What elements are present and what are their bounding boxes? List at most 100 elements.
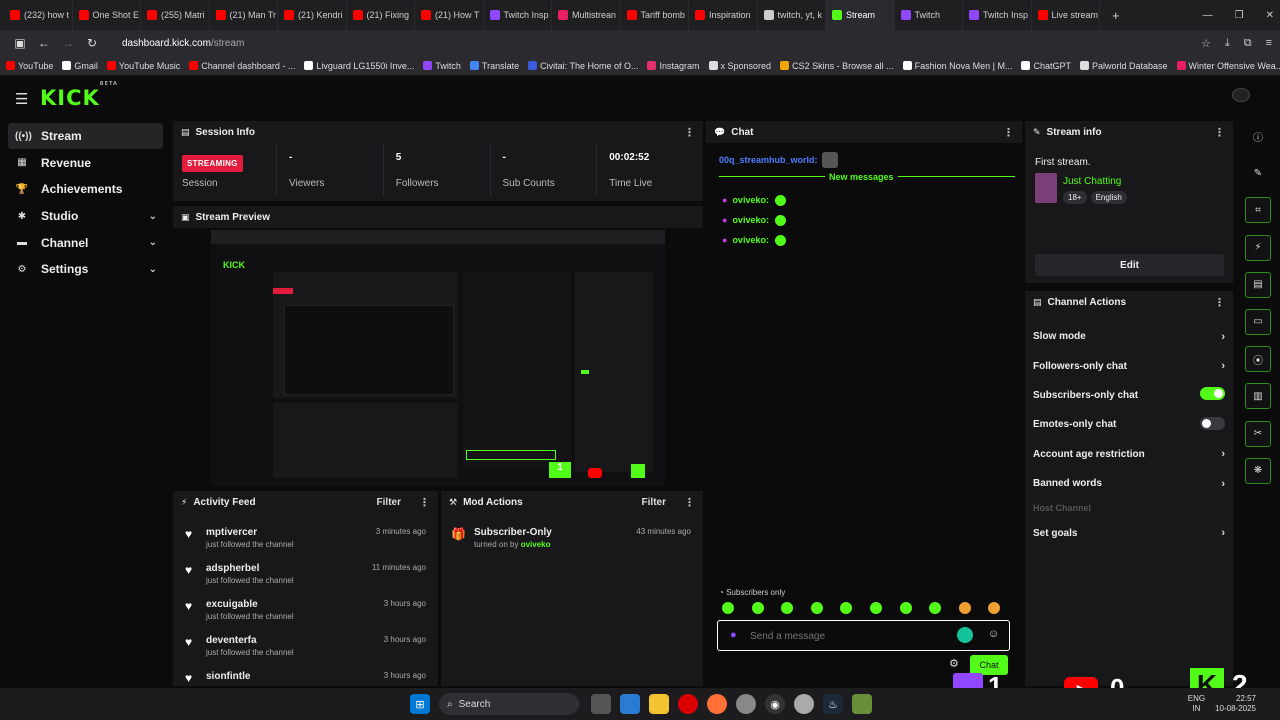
browser-tab[interactable]: Inspiration bbox=[689, 0, 758, 30]
edit-stream-info-button[interactable]: Edit bbox=[1035, 254, 1224, 276]
activity-filter-button[interactable]: Filter bbox=[377, 497, 401, 508]
opera-icon[interactable] bbox=[678, 694, 698, 714]
chat-username[interactable]: oviveko: bbox=[732, 215, 769, 225]
pencil-icon[interactable]: ✎ bbox=[1245, 160, 1271, 186]
channel-action-slow-mode[interactable]: Slow mode › bbox=[1025, 322, 1233, 351]
emote-icon[interactable] bbox=[958, 602, 971, 614]
pinned-chatter[interactable]: 00q_streamhub_world: bbox=[719, 152, 838, 168]
layout-icon[interactable]: ▥ bbox=[1245, 383, 1271, 410]
kick-logo[interactable]: KICKBETA bbox=[40, 81, 118, 110]
more-icon[interactable]: ⋮ bbox=[1214, 126, 1225, 139]
clock[interactable]: 22:57 10-08-2025 bbox=[1215, 694, 1256, 714]
url-text[interactable]: dashboard.kick.com/stream bbox=[122, 38, 244, 49]
emote-icon[interactable] bbox=[781, 602, 794, 614]
windows-start-icon[interactable]: ⊞ bbox=[410, 694, 430, 714]
more-icon[interactable]: ⋮ bbox=[684, 496, 695, 509]
browser-tab[interactable]: Stream bbox=[826, 0, 895, 30]
bookmark-item[interactable]: YouTube Music bbox=[106, 61, 180, 71]
user-avatar[interactable] bbox=[1232, 88, 1250, 102]
wrench-icon[interactable]: ✂ bbox=[1245, 420, 1271, 447]
info-icon[interactable]: ⓘ bbox=[1245, 123, 1271, 149]
sidebar-toggle-icon[interactable]: ▣ bbox=[8, 36, 32, 50]
menu-icon[interactable]: ≡ bbox=[1266, 37, 1272, 50]
extensions-icon[interactable]: ⧉ bbox=[1244, 37, 1252, 50]
close-window-icon[interactable]: ✕ bbox=[1266, 10, 1274, 21]
more-icon[interactable]: ⋮ bbox=[419, 496, 430, 509]
emote-icon[interactable] bbox=[869, 602, 882, 614]
sidebar-item-settings[interactable]: ⚙ Settings ⌄ bbox=[8, 256, 163, 282]
bookmark-item[interactable]: Twitch bbox=[423, 61, 461, 71]
browser-tab[interactable]: (255) Matri bbox=[141, 0, 210, 30]
back-icon[interactable]: ← bbox=[32, 36, 56, 50]
mod-filter-button[interactable]: Filter bbox=[642, 497, 666, 508]
channel-action-banned-words[interactable]: Banned words › bbox=[1025, 469, 1233, 498]
browser-tab[interactable]: Twitch bbox=[895, 0, 963, 30]
toggle-switch[interactable] bbox=[1200, 416, 1225, 430]
bookmark-item[interactable]: Civitai: The Home of O... bbox=[528, 61, 638, 71]
sidebar-item-channel[interactable]: ▬ Channel ⌄ bbox=[8, 230, 163, 256]
reload-icon[interactable]: ↻ bbox=[80, 36, 104, 50]
browser-tab[interactable]: (21) Fixing bbox=[347, 0, 415, 30]
scan-icon[interactable]: ⌗ bbox=[1245, 197, 1271, 224]
photos-icon[interactable] bbox=[620, 694, 640, 714]
lightning-icon[interactable]: ⚡ bbox=[1245, 234, 1271, 261]
browser-tab[interactable]: (21) Kendri bbox=[278, 0, 347, 30]
browser-tab[interactable]: twitch, yt, k bbox=[758, 0, 826, 30]
task-view-icon[interactable] bbox=[591, 694, 611, 714]
chrome-icon[interactable] bbox=[794, 694, 814, 714]
bookmark-item[interactable]: x Sponsored bbox=[708, 61, 771, 71]
bookmark-item[interactable]: Fashion Nova Men | M... bbox=[902, 61, 1012, 71]
stream-tag[interactable]: 18+ bbox=[1063, 191, 1087, 204]
taskbar-search[interactable]: ⌕ Search bbox=[439, 693, 579, 715]
bookmark-item[interactable]: Instagram bbox=[647, 61, 700, 71]
obs-icon[interactable]: ◉ bbox=[765, 694, 785, 714]
emote-icon[interactable] bbox=[929, 602, 942, 614]
more-icon[interactable]: ⋮ bbox=[1003, 126, 1014, 139]
forward-icon[interactable]: → bbox=[56, 36, 80, 50]
sidebar-item-stream[interactable]: ((•)) Stream bbox=[8, 123, 163, 149]
chat-message-input[interactable] bbox=[750, 628, 950, 644]
broadcast-icon[interactable]: ⦿ bbox=[1245, 346, 1271, 373]
emote-icon[interactable] bbox=[988, 602, 1001, 614]
bookmark-item[interactable]: ChatGPT bbox=[1021, 61, 1071, 71]
browser-tab[interactable]: Twitch Insp bbox=[484, 0, 552, 30]
emote-icon[interactable] bbox=[751, 602, 764, 614]
bookmark-item[interactable]: CS2 Skins - Browse all ... bbox=[780, 61, 894, 71]
language-indicator[interactable]: ENG IN bbox=[1188, 694, 1205, 714]
more-icon[interactable]: ⋮ bbox=[1214, 296, 1225, 309]
browser-tab[interactable]: (21) How T bbox=[415, 0, 484, 30]
browser-tab[interactable]: One Shot E bbox=[73, 0, 141, 30]
channel-action-followers-only-chat[interactable]: Followers-only chat › bbox=[1025, 351, 1233, 380]
bookmark-item[interactable]: Channel dashboard - ... bbox=[189, 61, 295, 71]
bookmark-item[interactable]: Winter Offensive Wea... bbox=[1176, 61, 1280, 71]
bookmark-item[interactable]: Palworld Database bbox=[1079, 61, 1168, 71]
emote-icon[interactable] bbox=[840, 602, 853, 614]
toggle-switch[interactable] bbox=[1200, 387, 1225, 401]
emote-icon[interactable] bbox=[810, 602, 823, 614]
bookmark-item[interactable]: Translate bbox=[469, 61, 519, 71]
chat-username[interactable]: oviveko: bbox=[732, 195, 769, 205]
download-icon[interactable]: ⤓ bbox=[1225, 37, 1230, 50]
stream-preview-video[interactable]: KICK 1 bbox=[211, 230, 665, 486]
browser-tab[interactable]: Twitch Insp bbox=[963, 0, 1032, 30]
note-icon[interactable]: ▤ bbox=[1245, 271, 1271, 298]
emote-icon[interactable] bbox=[899, 602, 912, 614]
maximize-icon[interactable]: ❐ bbox=[1235, 10, 1244, 21]
hamburger-icon[interactable]: ☰ bbox=[15, 90, 28, 108]
file-explorer-icon[interactable] bbox=[649, 694, 669, 714]
chat-settings-icon[interactable]: ⚙ bbox=[949, 657, 959, 670]
firefox-icon[interactable] bbox=[707, 694, 727, 714]
steam-icon[interactable]: ♨ bbox=[823, 694, 843, 714]
emote-icon[interactable] bbox=[722, 602, 734, 614]
browser-tab[interactable]: Multistrean bbox=[552, 0, 621, 30]
channel-action-subscribers-only-chat[interactable]: Subscribers-only chat bbox=[1025, 381, 1233, 410]
chat-bubble-icon[interactable]: ▭ bbox=[1245, 308, 1271, 335]
chat-username[interactable]: oviveko: bbox=[732, 235, 769, 245]
game-icon[interactable] bbox=[852, 694, 872, 714]
browser-tab[interactable]: Live stream bbox=[1032, 0, 1100, 30]
emoji-icon[interactable]: ☺ bbox=[988, 628, 999, 640]
new-tab-icon[interactable]: + bbox=[1112, 8, 1120, 23]
channel-action-account-age-restriction[interactable]: Account age restriction › bbox=[1025, 440, 1233, 469]
sidebar-item-revenue[interactable]: ▦ Revenue bbox=[8, 150, 163, 176]
more-icon[interactable]: ⋮ bbox=[684, 126, 695, 139]
